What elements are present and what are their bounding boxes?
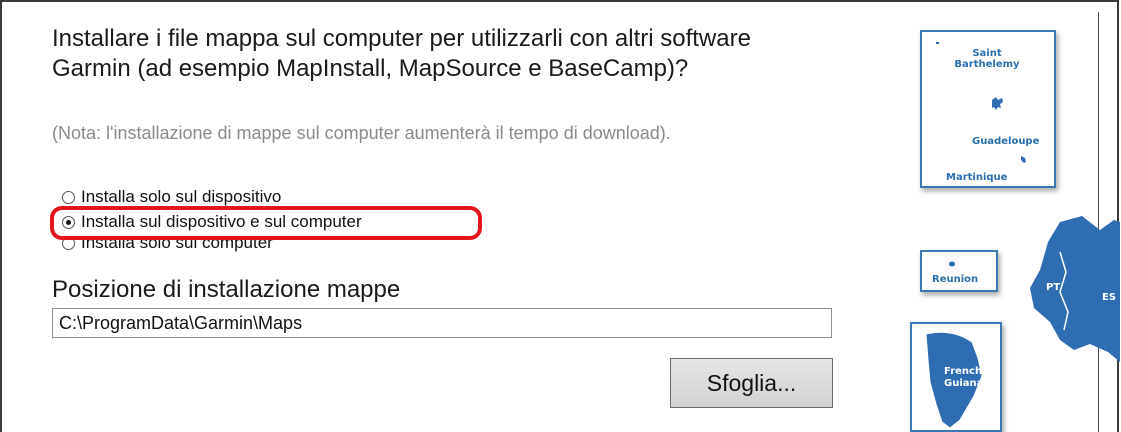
frame-left-border (0, 0, 2, 432)
reunion-map-card: Reunion (920, 250, 998, 292)
martinique-label: Martinique (946, 172, 1008, 183)
radio-label: Installa solo sul dispositivo (81, 187, 282, 206)
iberia-map-icon (1030, 216, 1120, 362)
radio-label: Installa solo sul computer (81, 238, 273, 252)
reunion-label: Reunion (932, 274, 979, 285)
radio-computer-only[interactable]: Installa solo sul computer (62, 238, 273, 254)
pt-label: PT (1046, 282, 1061, 293)
install-note: (Nota: l'installazione di mappe sul comp… (52, 123, 671, 143)
guadeloupe-label: Guadeloupe (972, 136, 1040, 147)
frame-top-border (0, 0, 1118, 2)
french-guiana-map-card: French Guiana (910, 322, 1002, 432)
browse-button[interactable]: Sfoglia... (670, 358, 833, 408)
caribbean-islands-map-card: Saint Barthelemy Guadeloupe Martinique (920, 30, 1056, 188)
es-label: ES (1102, 292, 1117, 303)
saint-barthelemy-label: Saint Barthelemy (954, 48, 1020, 70)
install-location-label: Posizione di installazione mappe (52, 276, 401, 303)
radio-button-icon[interactable] (62, 190, 75, 204)
radio-device-only[interactable]: Installa solo sul dispositivo (62, 186, 281, 208)
french-guiana-label: French Guiana (944, 366, 984, 389)
red-highlight-annotation (50, 206, 482, 240)
install-question: Installare i file mappa sul computer per… (52, 25, 751, 82)
install-path-input[interactable] (52, 308, 832, 338)
